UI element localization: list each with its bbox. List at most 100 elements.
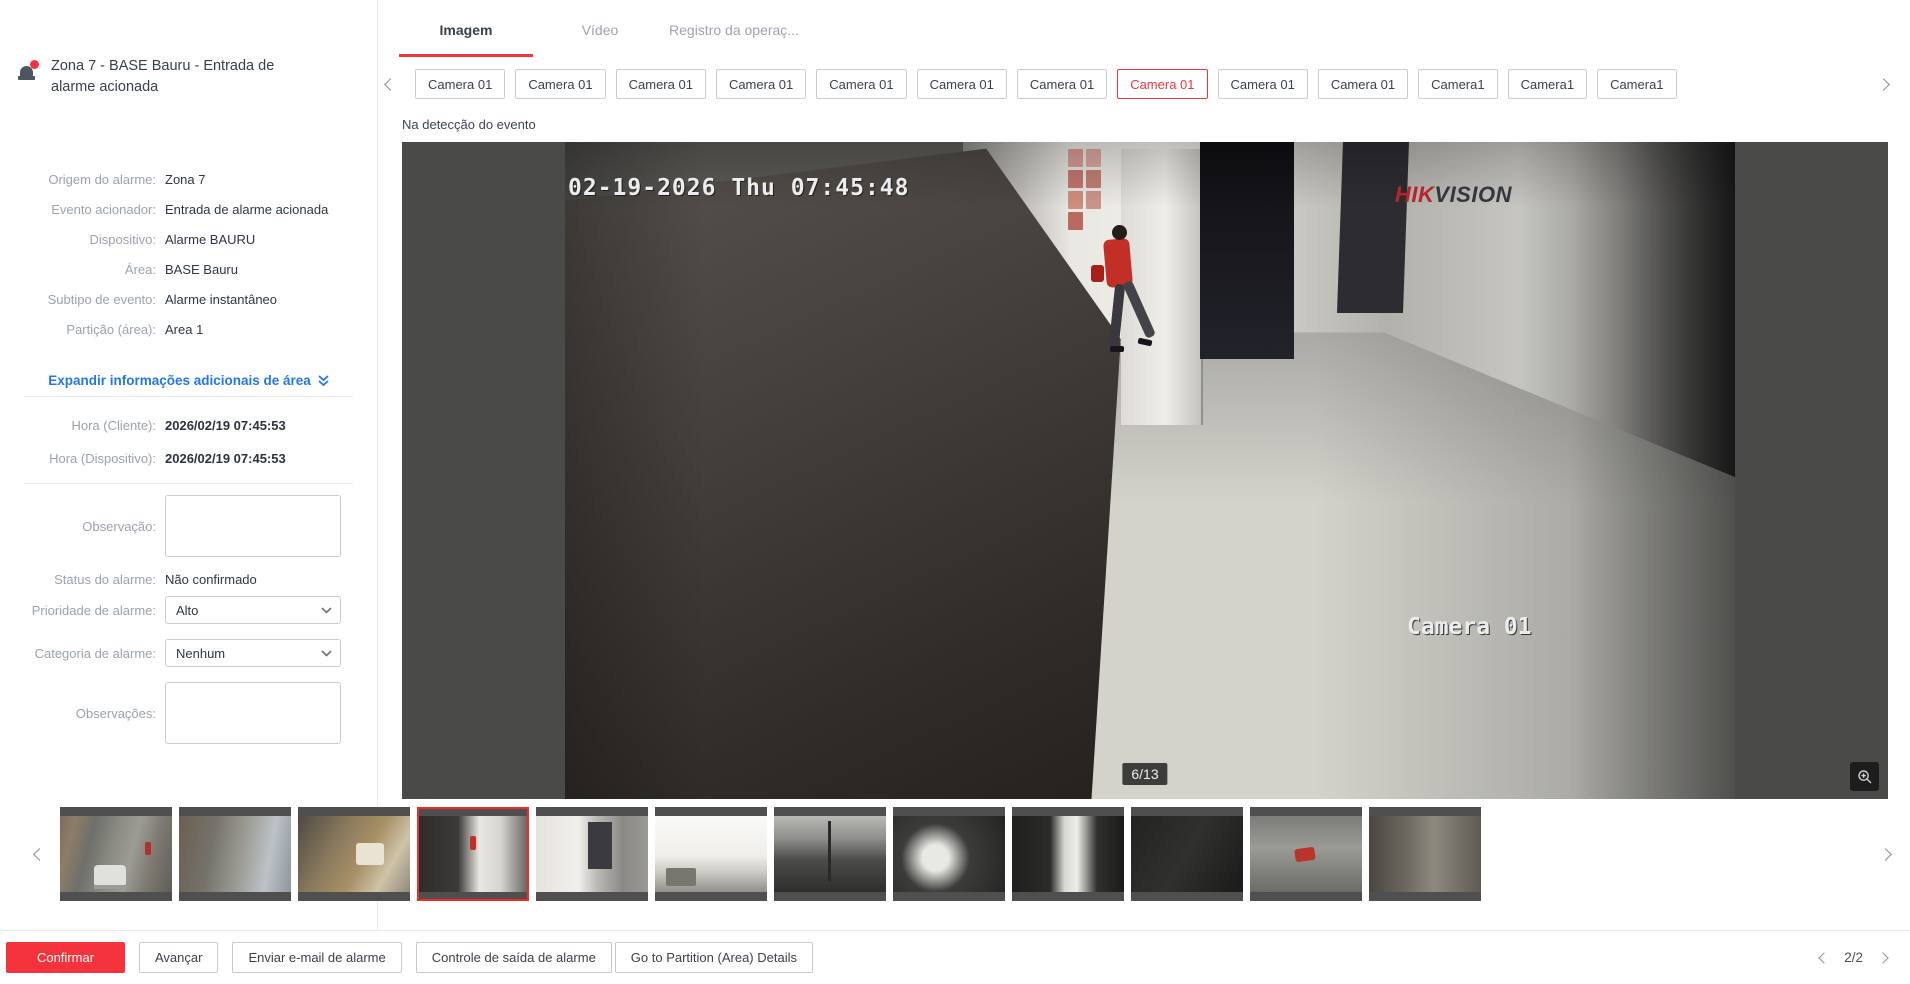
divider [24,396,353,397]
media-tabs: Imagem Vídeo Registro da operaç... [399,0,801,57]
camera-button[interactable]: Camera1 [1418,69,1497,99]
scene-dark-door [1337,142,1408,313]
osd-camera-name: Camera 01 [1407,614,1532,640]
field-row: Evento acionador:Entrada de alarme acion… [0,201,378,219]
camera-button[interactable]: Camera 01 [917,69,1007,99]
image-counter-badge: 6/13 [1122,763,1167,785]
field-label: Hora (Cliente): [0,417,165,435]
thumbnail-carousel [0,807,1910,901]
priority-select-value: Alto [176,603,198,618]
thumbnail-parking-lot[interactable] [60,807,172,901]
camera-button[interactable]: Camera 01 [1218,69,1308,99]
alarm-header: Zona 7 - BASE Bauru - Entrada de alarme … [18,56,318,98]
thumbnails-scroll-left-button[interactable] [28,843,50,865]
confirm-button[interactable]: Confirmar [6,942,125,973]
cctv-image-viewer: 02-19-2026 Thu 07:45:48 HIKVISION Camera… [402,142,1888,799]
camera-button[interactable]: Camera 01 [716,69,806,99]
field-value: Alarme instantâneo [165,291,277,309]
thumbnail-hallway-person-selected[interactable] [417,807,529,901]
alarm-info-sidebar: Zona 7 - BASE Bauru - Entrada de alarme … [0,0,378,930]
field-label: Dispositivo: [0,231,165,249]
thumbnail-street-view[interactable] [774,807,886,901]
category-label: Categoria de alarme: [0,646,165,661]
observacao-row: Observação: [0,495,378,557]
status-row: Status do alarme: Não confirmado [0,572,378,587]
thumbnail-hallway-door[interactable] [536,807,648,901]
observacao-textarea[interactable] [165,495,341,557]
field-value: Alarme BAURU [165,231,255,249]
alarm-output-control-button[interactable]: Controle de saída de alarme [416,942,612,973]
page-previous-button[interactable] [1813,947,1835,969]
field-value: 2026/02/19 07:45:53 [165,450,286,468]
field-value: BASE Bauru [165,261,238,279]
event-detection-caption: Na detecção do evento [402,117,536,132]
next-button[interactable]: Avançar [139,942,218,973]
camera-button[interactable]: Camera 01 [415,69,505,99]
thumbnail-dark-room-equipment[interactable] [893,807,1005,901]
action-bar: Confirmar Avançar Enviar e-mail de alarm… [0,930,1910,984]
category-select[interactable]: Nenhum [165,639,341,667]
chevron-right-icon [1879,848,1892,861]
page-next-button[interactable] [1872,947,1894,969]
double-chevron-down-icon [317,374,330,387]
camera-button-selected[interactable]: Camera 01 [1117,69,1207,99]
alarm-form: Observação: Status do alarme: Não confir… [0,495,378,759]
tab-imagem[interactable]: Imagem [399,0,533,57]
thumbnail-dim-room[interactable] [1369,807,1481,901]
tab-video[interactable]: Vídeo [533,0,667,57]
expand-area-info: Expandir informações adicionais de área [0,372,378,390]
hikvision-logo-hik: HIK [1395,182,1434,207]
alarm-title: Zona 7 - BASE Bauru - Entrada de alarme … [51,56,318,98]
hikvision-logo: HIKVISION [1395,182,1512,208]
thumbnail-white-room[interactable] [655,807,767,901]
camera-button[interactable]: Camera 01 [616,69,706,99]
observacoes-textarea[interactable] [165,682,341,744]
thumbnail-storage-room[interactable] [298,807,410,901]
goto-partition-details-button[interactable]: Go to Partition (Area) Details [615,942,813,973]
expand-area-info-link[interactable]: Expandir informações adicionais de área [48,373,330,388]
cameras-scroll-right-button[interactable] [1872,73,1894,95]
pagination: 2/2 [1813,947,1894,969]
priority-select[interactable]: Alto [165,596,341,624]
field-label: Subtipo de evento: [0,291,165,309]
tab-registro-operacao[interactable]: Registro da operaç... [667,0,801,57]
alarm-bell-icon [18,59,40,81]
observacoes-label: Observações: [0,706,165,721]
alarm-detail-window: Zona 7 - BASE Bauru - Entrada de alarme … [0,0,1910,984]
zoom-in-button[interactable] [1850,762,1879,791]
field-row: Origem do alarme:Zona 7 [0,171,378,189]
priority-row: Prioridade de alarme: Alto [0,596,378,624]
thumbnail-garage-motorcycle[interactable] [1250,807,1362,901]
thumbnails-scroll-right-button[interactable] [1874,843,1896,865]
field-row: Partição (área):Area 1 [0,321,378,339]
status-value: Não confirmado [165,572,257,587]
send-alarm-email-button[interactable]: Enviar e-mail de alarme [232,942,401,973]
thumbnail-alley[interactable] [179,807,291,901]
field-label: Partição (área): [0,321,165,339]
camera-button[interactable]: Camera 01 [1318,69,1408,99]
camera-button[interactable]: Camera1 [1597,69,1676,99]
camera-button[interactable]: Camera 01 [515,69,605,99]
chevron-right-icon [1877,78,1890,91]
camera-button[interactable]: Camera 01 [1017,69,1107,99]
field-label: Área: [0,261,165,279]
camera-button[interactable]: Camera1 [1508,69,1587,99]
field-label: Evento acionador: [0,201,165,219]
field-row: Hora (Cliente):2026/02/19 07:45:53 [0,417,378,435]
cameras-scroll-left-button[interactable] [379,73,401,95]
priority-label: Prioridade de alarme: [0,603,165,618]
camera-button[interactable]: Camera 01 [816,69,906,99]
field-label: Hora (Dispositivo): [0,450,165,468]
field-row: Subtipo de evento:Alarme instantâneo [0,291,378,309]
camera-list: Camera 01 Camera 01 Camera 01 Camera 01 … [415,69,1677,99]
field-row: Dispositivo:Alarme BAURU [0,231,378,249]
field-value: Area 1 [165,321,203,339]
magnifier-plus-icon [1857,769,1873,785]
status-label: Status do alarme: [0,572,165,587]
field-value: Entrada de alarme acionada [165,201,328,219]
category-row: Categoria de alarme: Nenhum [0,639,378,667]
chevron-left-icon [33,848,46,861]
time-fields: Hora (Cliente):2026/02/19 07:45:53 Hora … [0,417,378,483]
thumbnail-dark-interior[interactable] [1131,807,1243,901]
thumbnail-lit-doorway[interactable] [1012,807,1124,901]
